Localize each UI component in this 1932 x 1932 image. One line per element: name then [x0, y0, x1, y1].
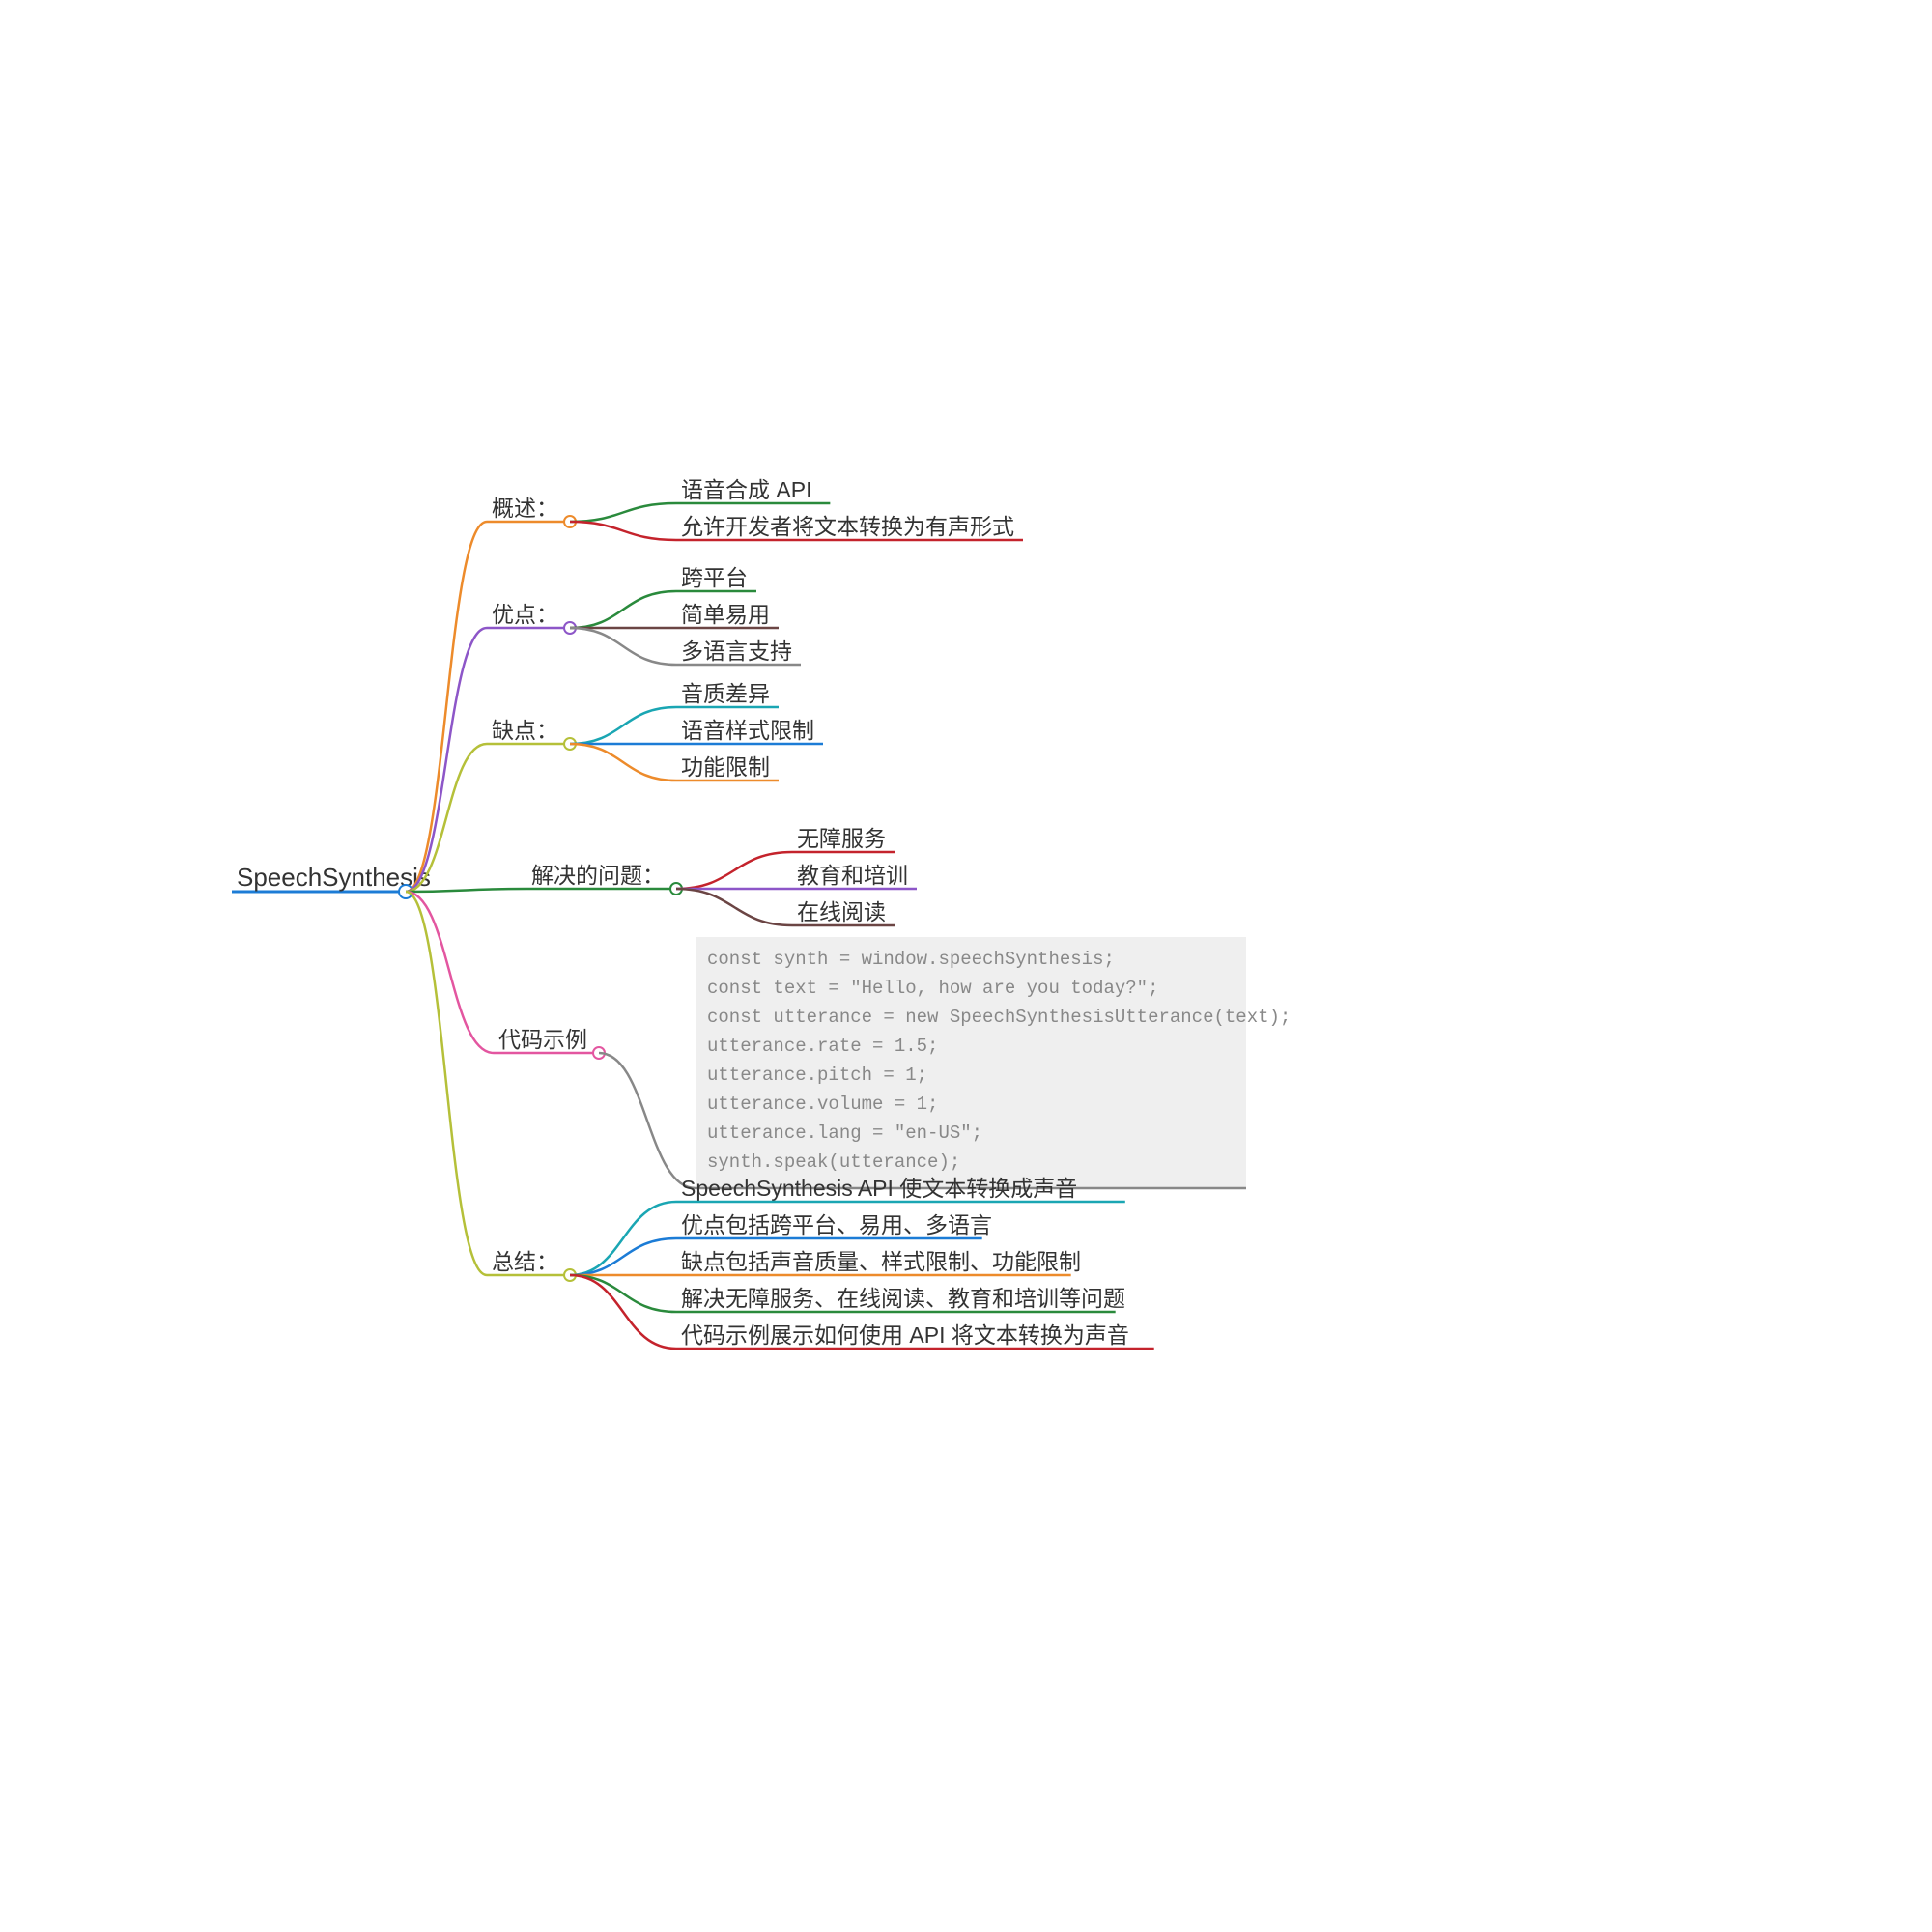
leaf-label: 允许开发者将文本转换为有声形式	[681, 514, 1014, 539]
leaf-label: 在线阅读	[797, 899, 886, 924]
leaf-label: 简单易用	[681, 602, 770, 627]
mindmap-diagram: SpeechSynthesis概述：语音合成 API允许开发者将文本转换为有声形…	[0, 0, 1932, 1932]
leaf-label: 多语言支持	[681, 639, 792, 664]
branch-label: 缺点：	[492, 718, 558, 743]
leaf-label: SpeechSynthesis API 使文本转换成声音	[681, 1176, 1077, 1201]
branch-label: 解决的问题：	[531, 863, 665, 888]
branch-label: 总结：	[492, 1249, 558, 1274]
branch-label: 概述：	[492, 496, 558, 521]
code-line: const text = "Hello, how are you today?"…	[707, 978, 1158, 999]
leaf-label: 音质差异	[681, 681, 770, 706]
leaf-label: 代码示例展示如何使用 API 将文本转换为声音	[681, 1322, 1129, 1348]
leaf-label: 跨平台	[681, 565, 748, 590]
code-block	[696, 937, 1246, 1188]
branch-label: 优点：	[492, 602, 558, 627]
leaf-label: 教育和培训	[797, 863, 908, 888]
leaf-label: 功能限制	[681, 754, 770, 780]
leaf-label: 解决无障服务、在线阅读、教育和培训等问题	[681, 1286, 1125, 1311]
code-line: synth.speak(utterance);	[707, 1151, 960, 1173]
leaf-label: 缺点包括声音质量、样式限制、功能限制	[681, 1249, 1081, 1274]
branch-label: 代码示例	[498, 1027, 587, 1052]
leaf-label: 语音合成 API	[681, 477, 811, 502]
code-line: utterance.pitch = 1;	[707, 1065, 927, 1086]
code-line: const utterance = new SpeechSynthesisUtt…	[707, 1007, 1291, 1028]
leaf-label: 无障服务	[797, 826, 886, 851]
code-line: utterance.lang = "en-US";	[707, 1122, 982, 1144]
leaf-label: 语音样式限制	[681, 718, 814, 743]
code-line: const synth = window.speechSynthesis;	[707, 949, 1115, 970]
code-line: utterance.rate = 1.5;	[707, 1036, 938, 1057]
code-line: utterance.volume = 1;	[707, 1094, 938, 1115]
leaf-label: 优点包括跨平台、易用、多语言	[681, 1212, 992, 1237]
